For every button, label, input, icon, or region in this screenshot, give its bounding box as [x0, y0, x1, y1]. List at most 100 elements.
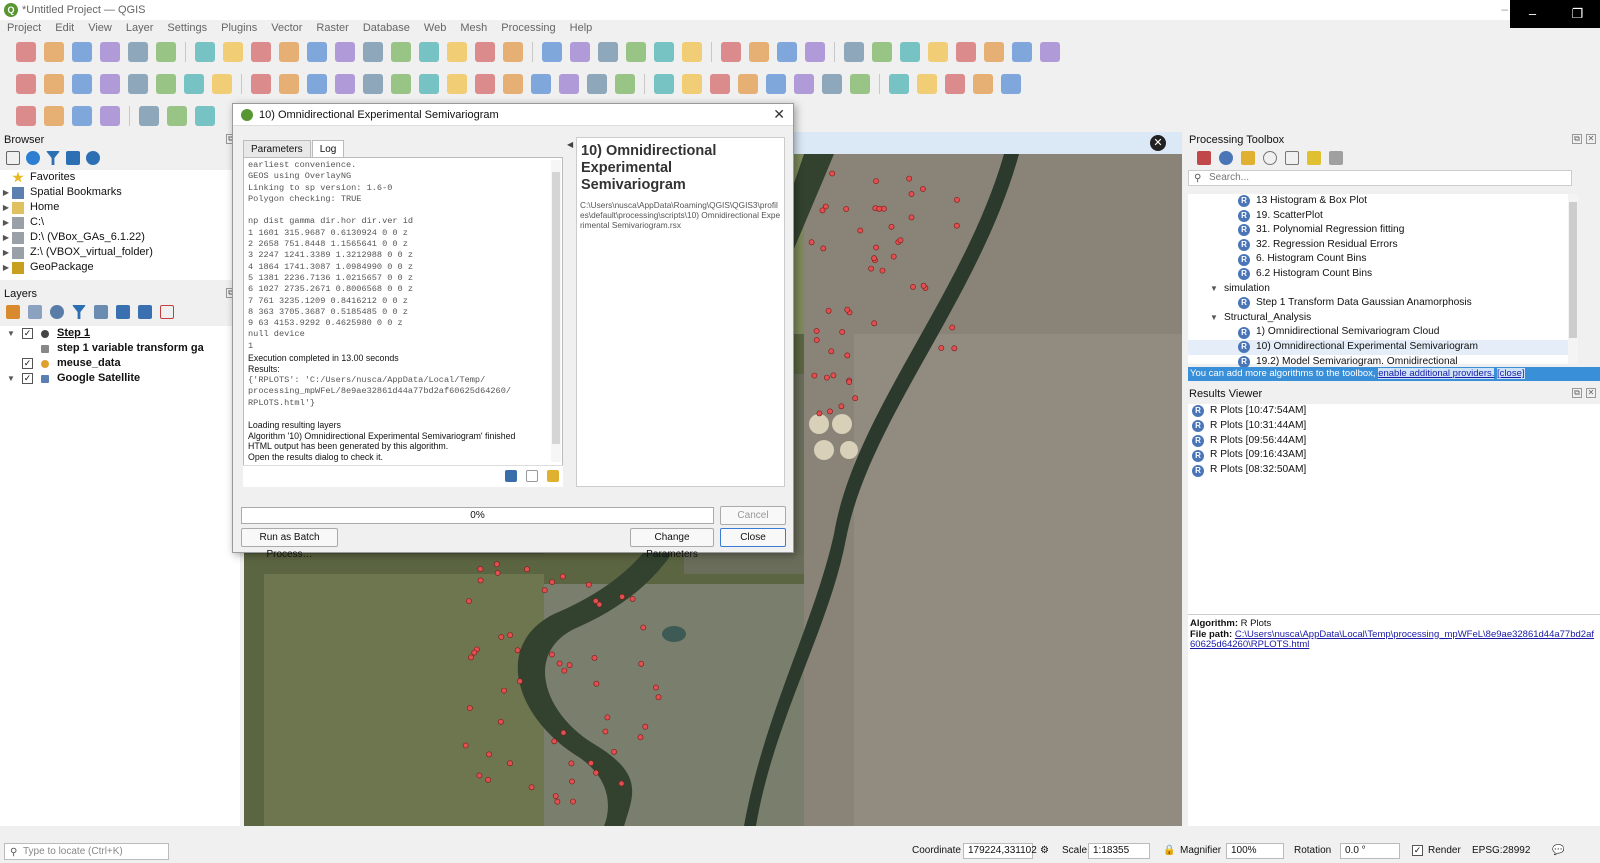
batch-process-button[interactable]: Run as Batch Process…	[241, 528, 338, 560]
toolbar-tool-icon[interactable]	[844, 42, 864, 62]
menu-item[interactable]: Layer	[119, 20, 161, 36]
algorithm-item[interactable]: R 31. Polynomial Regression fitting	[1188, 223, 1568, 238]
close-button[interactable]: Close	[720, 528, 786, 547]
toolbar-tool-icon[interactable]	[195, 106, 215, 126]
toolbar-tool-icon[interactable]	[72, 74, 92, 94]
collapse-help-icon[interactable]: ◀	[567, 140, 573, 149]
toolbar-tool-icon[interactable]	[279, 42, 299, 62]
coordinate-field[interactable]: 179224,331102	[963, 843, 1037, 859]
toolbar-tool-icon[interactable]	[559, 74, 579, 94]
tab-parameters[interactable]: Parameters	[243, 140, 311, 157]
toolbar-tool-icon[interactable]	[956, 42, 976, 62]
render-checkbox[interactable]: ✓	[1412, 845, 1423, 856]
toolbar-tool-icon[interactable]	[682, 42, 702, 62]
toolbar-tool-icon[interactable]	[777, 42, 797, 62]
toolbar-tool-icon[interactable]	[391, 42, 411, 62]
expand-arrow-icon[interactable]: ▶	[0, 215, 12, 230]
result-item[interactable]: R R Plots [08:32:50AM]	[1188, 463, 1600, 478]
menu-item[interactable]: Settings	[160, 20, 214, 36]
toolbar-tool-icon[interactable]	[503, 74, 523, 94]
layer-item[interactable]: ▼ ✓ Step 1	[0, 326, 240, 341]
expand-arrow-icon[interactable]: ▼	[1208, 311, 1220, 326]
models-icon[interactable]	[1197, 151, 1211, 165]
algorithm-item[interactable]: R 6.2 Histogram Count Bins	[1188, 267, 1568, 282]
toolbar-tool-icon[interactable]	[766, 74, 786, 94]
result-item[interactable]: R R Plots [09:56:44AM]	[1188, 434, 1600, 449]
toolbar-tool-icon[interactable]	[419, 74, 439, 94]
toolbar-tool-icon[interactable]	[738, 74, 758, 94]
toolbar-tool-icon[interactable]	[598, 42, 618, 62]
toolbar-tool-icon[interactable]	[822, 74, 842, 94]
toolbar-tool-icon[interactable]	[615, 74, 635, 94]
eye-icon[interactable]	[50, 305, 64, 319]
expand-arrow-icon[interactable]: ▶	[0, 185, 12, 200]
toolbar-tool-icon[interactable]	[72, 42, 92, 62]
extents-toggle-icon[interactable]: ⚙	[1040, 845, 1049, 857]
algorithm-item[interactable]: R 19. ScatterPlot	[1188, 209, 1568, 224]
toolbar-tool-icon[interactable]	[1040, 42, 1060, 62]
browser-item[interactable]: ▶ GeoPackage	[0, 260, 232, 275]
toolbar-tool-icon[interactable]	[335, 74, 355, 94]
menu-item[interactable]: Plugins	[214, 20, 264, 36]
menu-item[interactable]: Processing	[494, 20, 562, 36]
close-message-icon[interactable]: ✕	[1150, 135, 1166, 151]
menu-item[interactable]: Mesh	[453, 20, 494, 36]
menu-item[interactable]: Vector	[264, 20, 309, 36]
toolbar-tool-icon[interactable]	[872, 42, 892, 62]
toolbar-tool-icon[interactable]	[128, 74, 148, 94]
cancel-button[interactable]: Cancel	[720, 506, 786, 525]
minimize-button[interactable]: –	[1510, 0, 1555, 28]
dialog-close-icon[interactable]: ✕	[773, 106, 785, 123]
menu-item[interactable]: View	[81, 20, 119, 36]
algorithm-group[interactable]: ▼ simulation	[1188, 282, 1568, 297]
toolbar-tool-icon[interactable]	[16, 42, 36, 62]
change-parameters-button[interactable]: Change Parameters	[630, 528, 714, 560]
toolbar-tool-icon[interactable]	[44, 42, 64, 62]
algorithm-group[interactable]: ▼ Structural_Analysis	[1188, 311, 1568, 326]
toolbar-tool-icon[interactable]	[928, 42, 948, 62]
style-icon[interactable]	[6, 305, 20, 319]
expand-arrow-icon[interactable]: ▼	[0, 371, 22, 386]
toolbar-tool-icon[interactable]	[542, 42, 562, 62]
expand-all-icon[interactable]	[116, 305, 130, 319]
python-scripts-icon[interactable]	[1241, 151, 1255, 165]
toolbar-tool-icon[interactable]	[805, 42, 825, 62]
expand-arrow-icon[interactable]: ▶	[0, 200, 12, 215]
toolbar-tool-icon[interactable]	[794, 74, 814, 94]
filter-icon[interactable]	[72, 305, 86, 319]
add-layer-icon[interactable]	[6, 151, 20, 165]
toolbar-tool-icon[interactable]	[475, 42, 495, 62]
rotation-field[interactable]: 0.0 °	[1340, 843, 1400, 859]
algorithm-item[interactable]: R 32. Regression Residual Errors	[1188, 238, 1568, 253]
panel-close-icon[interactable]: ✕	[1586, 388, 1596, 398]
toolbar-tool-icon[interactable]	[156, 74, 176, 94]
menu-item[interactable]: Edit	[48, 20, 81, 36]
collapse-all-icon[interactable]	[66, 151, 80, 165]
layer-visibility-checkbox[interactable]: ✓	[22, 358, 33, 369]
menu-item[interactable]: Help	[563, 20, 600, 36]
result-item[interactable]: R R Plots [10:31:44AM]	[1188, 419, 1600, 434]
window-menu-icon[interactable]: –	[1501, 2, 1508, 16]
expand-arrow-icon[interactable]: ▼	[0, 326, 22, 341]
toolbar-tool-icon[interactable]	[100, 74, 120, 94]
panel-close-icon[interactable]: ✕	[1586, 134, 1596, 144]
r-scripts-icon[interactable]	[1219, 151, 1233, 165]
tab-log[interactable]: Log	[311, 140, 345, 157]
toolbar-tool-icon[interactable]	[682, 74, 702, 94]
providers-close-link[interactable]: [close]	[1497, 368, 1525, 379]
toolbar-tool-icon[interactable]	[710, 74, 730, 94]
toolbar-tool-icon[interactable]	[447, 42, 467, 62]
toolbar-tool-icon[interactable]	[139, 106, 159, 126]
expand-arrow-icon[interactable]: ▼	[1208, 282, 1220, 297]
toolbar-tool-icon[interactable]	[307, 74, 327, 94]
magnifier-field[interactable]: 100%	[1226, 843, 1284, 859]
add-group-icon[interactable]	[28, 305, 42, 319]
toolbar-tool-icon[interactable]	[363, 74, 383, 94]
browser-item[interactable]: ▶ D:\ (VBox_GAs_6.1.22)	[0, 230, 232, 245]
layer-visibility-checkbox[interactable]: ✓	[22, 373, 33, 384]
toolbar-tool-icon[interactable]	[128, 42, 148, 62]
enable-providers-link[interactable]: enable additional providers.	[1378, 368, 1495, 379]
toolbar-tool-icon[interactable]	[279, 74, 299, 94]
toolbar-tool-icon[interactable]	[475, 74, 495, 94]
browser-item[interactable]: ▶ Z:\ (VBOX_virtual_folder)	[0, 245, 232, 260]
